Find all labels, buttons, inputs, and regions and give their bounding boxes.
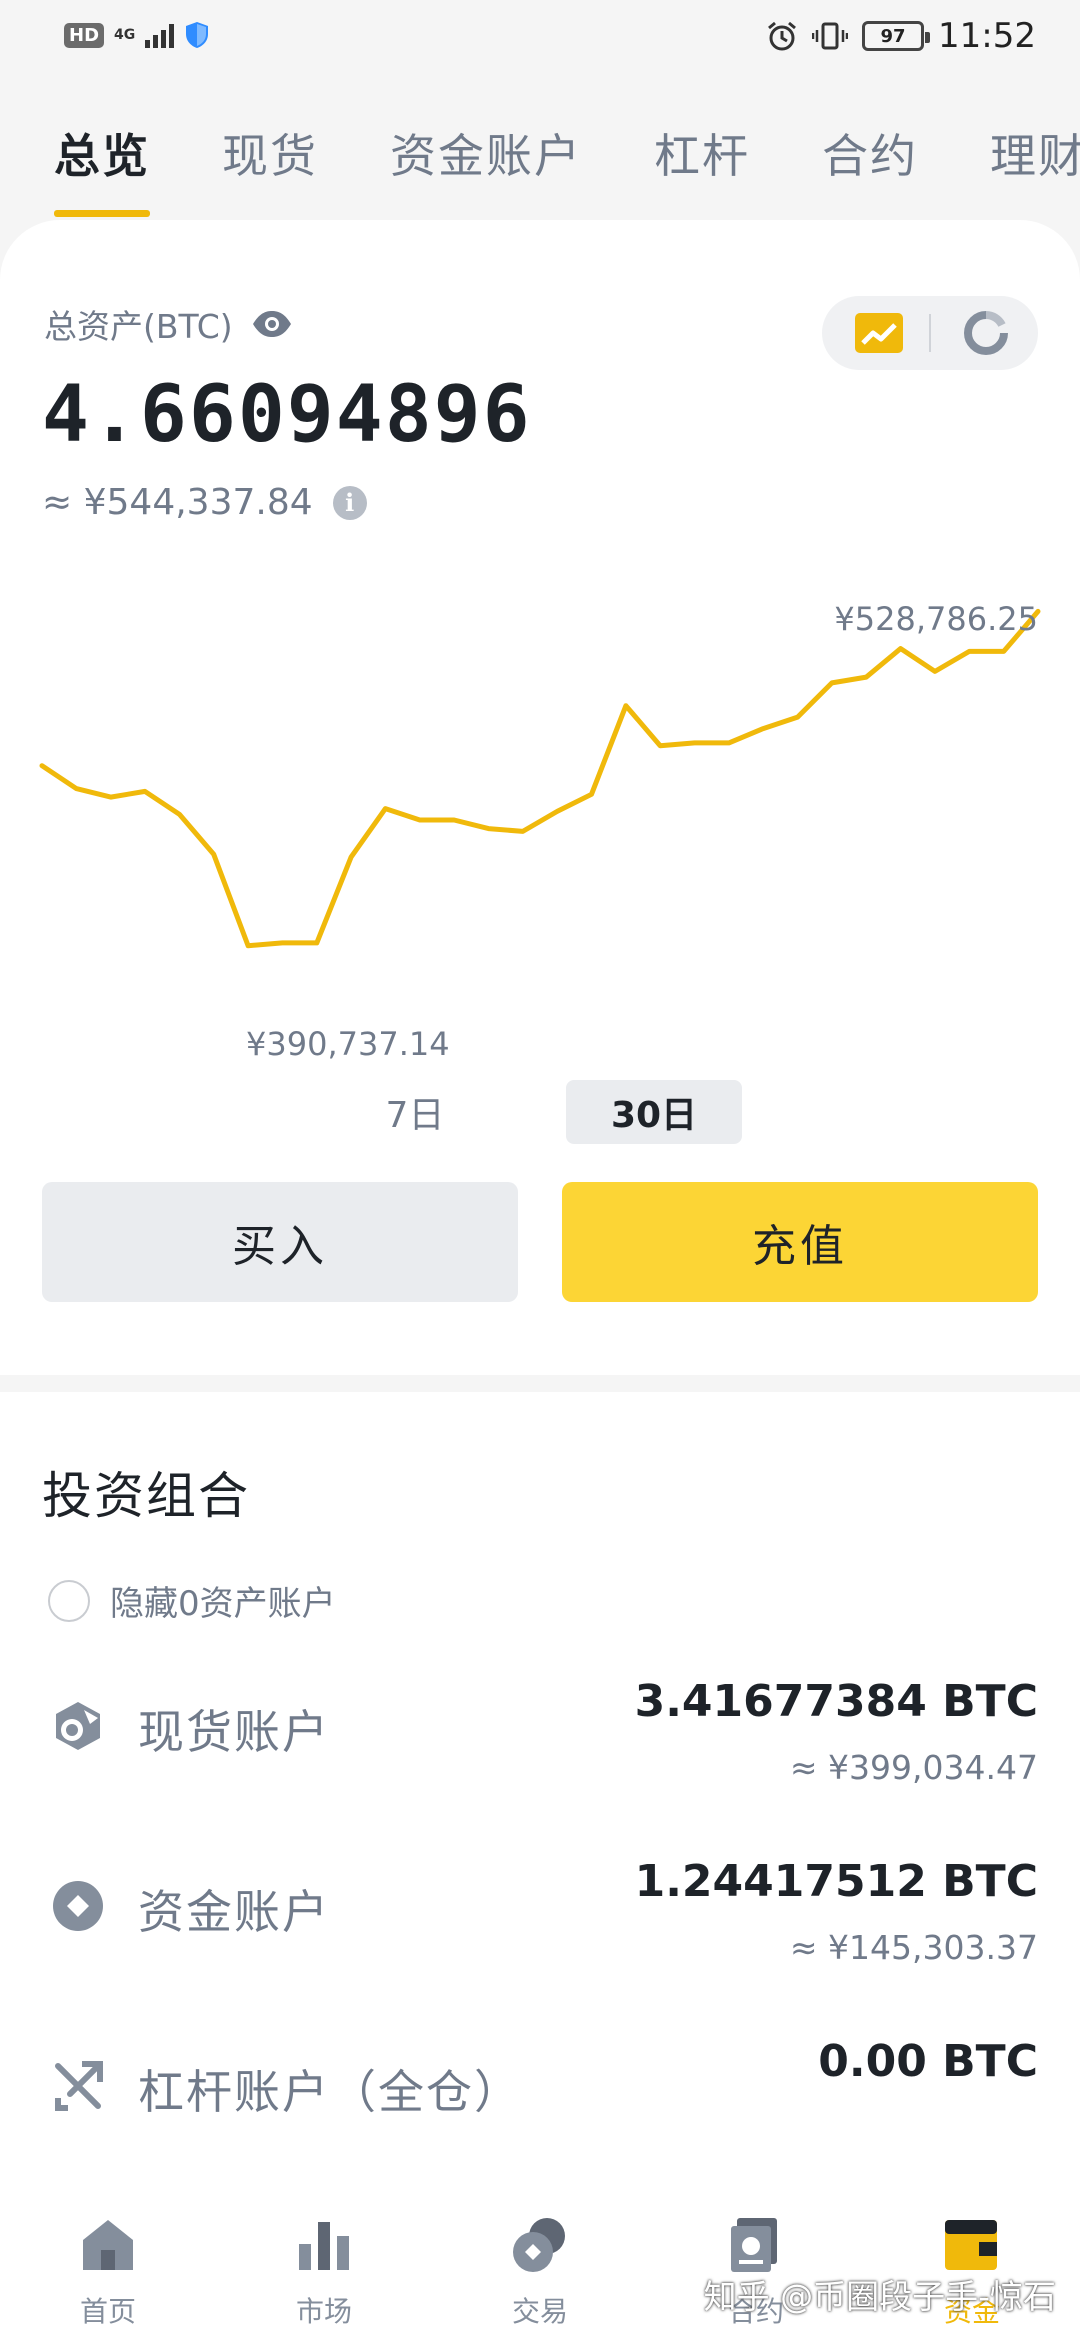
- hide-zero-toggle[interactable]: 隐藏0资产账户: [48, 1576, 336, 1625]
- account-row-funding[interactable]: 资金账户 1.24417512 BTC ≈ ¥145,303.37: [0, 1850, 1080, 2000]
- spot-account-icon: [56, 1702, 100, 1750]
- account-tabs: 总览 现货 资金账户 杠杆 合约 理财: [0, 110, 1080, 220]
- margin-account-icon: [55, 2061, 103, 2111]
- nav-label: 市场: [295, 2295, 352, 2328]
- nav-trade[interactable]: 交易: [460, 2214, 620, 2330]
- market-icon: [299, 2222, 349, 2270]
- alarm-icon: [768, 21, 796, 51]
- period-7d-button[interactable]: 7日: [360, 1080, 470, 1144]
- battery-icon: 97: [862, 21, 931, 51]
- shield-icon: [186, 22, 209, 48]
- portfolio-section: 投资组合 隐藏0资产账户 现货账户 3.41677384 BTC ≈ ¥399,…: [0, 1392, 1080, 2212]
- trade-icon: [513, 2218, 565, 2272]
- period-30d-button[interactable]: 30日: [566, 1080, 742, 1144]
- chart-view-toggle: [822, 296, 1038, 370]
- account-name: 杠杆账户（全仓）: [138, 2065, 522, 2119]
- portfolio-title: 投资组合: [42, 1467, 250, 1525]
- total-btc-value: 4.66094896: [42, 370, 532, 460]
- hide-zero-label: 隐藏0资产账户: [110, 1584, 336, 1624]
- account-btc: 0.00 BTC: [818, 2036, 1038, 2087]
- status-bar: HD 4G 97 11:52: [0, 0, 1080, 78]
- signal-icon: [145, 22, 175, 48]
- futures-icon: [731, 2218, 777, 2272]
- active-tab-indicator: [54, 210, 150, 217]
- total-assets-label-row: 总资产(BTC): [44, 300, 293, 348]
- clock: 11:52: [938, 16, 1036, 56]
- account-cny: ≈ ¥145,303.37: [789, 1928, 1038, 1967]
- tab-spot[interactable]: 现货: [222, 120, 318, 186]
- account-row-spot[interactable]: 现货账户 3.41677384 BTC ≈ ¥399,034.47: [0, 1670, 1080, 1820]
- deposit-button[interactable]: 充值: [562, 1182, 1038, 1302]
- nav-home[interactable]: 首页: [28, 2214, 188, 2330]
- home-icon: [83, 2220, 133, 2270]
- eye-icon[interactable]: [251, 309, 293, 339]
- nav-label: 交易: [511, 2295, 568, 2328]
- total-cny-value: ≈ ¥544,337.84: [42, 482, 313, 523]
- tab-futures[interactable]: 合约: [822, 120, 918, 186]
- tab-margin[interactable]: 杠杆: [654, 120, 750, 186]
- hide-zero-radio[interactable]: [48, 1579, 90, 1622]
- chart-min-label: ¥390,737.14: [246, 1025, 450, 1063]
- info-icon[interactable]: i: [332, 485, 367, 520]
- tab-funding[interactable]: 资金账户: [390, 120, 582, 186]
- hd-badge: HD: [64, 22, 105, 48]
- line-chart-icon[interactable]: [855, 313, 903, 353]
- status-right: 97 11:52: [766, 16, 1036, 56]
- account-btc: 1.24417512 BTC: [634, 1856, 1038, 1907]
- total-assets-label: 总资产(BTC): [44, 307, 233, 346]
- trend-line: [39, 608, 1041, 949]
- account-btc: 3.41677384 BTC: [634, 1676, 1038, 1727]
- pie-chart-icon[interactable]: [964, 311, 1008, 355]
- account-cny: ≈ ¥399,034.47: [789, 1748, 1038, 1787]
- buy-button[interactable]: 买入: [42, 1182, 518, 1302]
- funding-account-icon: [53, 1881, 103, 1931]
- chart-max-label: ¥528,786.25: [834, 600, 1038, 638]
- nav-label: 首页: [79, 2295, 136, 2328]
- account-row-margin[interactable]: 杠杆账户（全仓） 0.00 BTC: [0, 2030, 1080, 2180]
- account-name: 现货账户: [138, 1705, 330, 1759]
- tab-overview[interactable]: 总览: [54, 120, 150, 186]
- network-type: 4G: [114, 27, 136, 43]
- asset-trend-chart: [39, 608, 1041, 949]
- nav-market[interactable]: 市场: [244, 2214, 404, 2330]
- status-left: HD 4G: [64, 20, 210, 50]
- watermark: 知乎 @币圈段子手-惊石: [703, 2277, 1056, 2316]
- vibrate-icon: [812, 22, 849, 50]
- overview-card: 总资产(BTC) 4.66094896 ≈ ¥544,337.84 i ¥528…: [0, 220, 1080, 1375]
- toggle-divider: [929, 314, 931, 352]
- account-name: 资金账户: [138, 1885, 330, 1939]
- battery-level: 97: [880, 25, 906, 47]
- wallet-icon: [945, 2220, 997, 2270]
- tab-earn[interactable]: 理财: [990, 120, 1080, 186]
- total-cny-row: ≈ ¥544,337.84 i: [42, 482, 367, 523]
